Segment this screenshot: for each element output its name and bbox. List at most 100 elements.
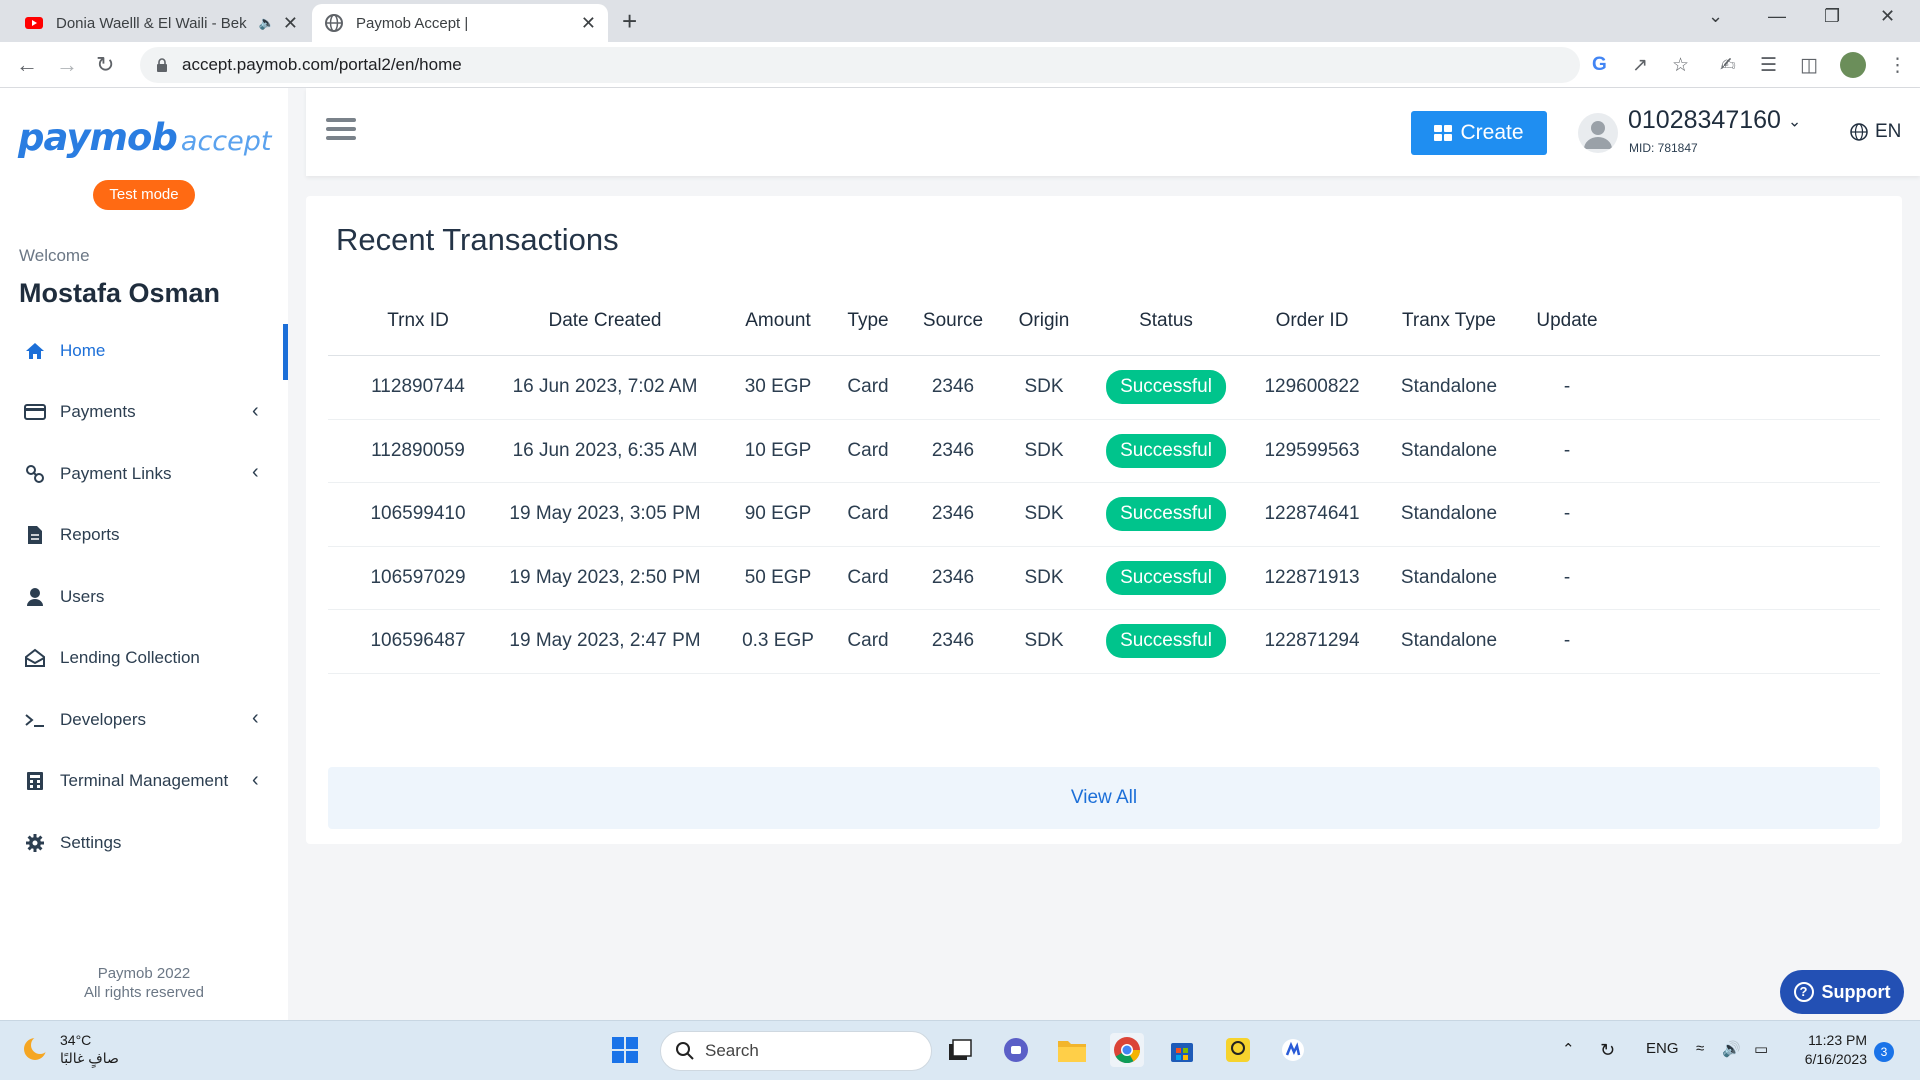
chrome-icon[interactable] <box>1110 1033 1144 1067</box>
app-icon-yellow[interactable] <box>1221 1033 1255 1067</box>
weather-condition: صافٍ غالبًا <box>60 1050 119 1066</box>
taskbar: 34°C صافٍ غالبًا Search ⌃ ↻ ENG ≈ 🔊 ▭ 11… <box>0 1020 1920 1080</box>
table-row[interactable]: 106599410 19 May 2023, 3:05 PM 90 EGP Card 2… <box>328 483 1880 547</box>
col-source-cell: 2346 <box>931 376 975 398</box>
home-icon <box>24 340 46 362</box>
chevron-left-icon[interactable]: ‹ <box>252 769 259 792</box>
extensions-icon[interactable]: ✍ <box>1720 54 1736 77</box>
language-switcher[interactable]: EN <box>1849 121 1901 143</box>
hamburger-menu-icon[interactable] <box>326 118 356 142</box>
microsoft-store-icon[interactable] <box>1165 1033 1199 1067</box>
browser-tab-paymob[interactable]: Paymob Accept | ✕ <box>312 4 608 42</box>
sidebar-item-payments[interactable]: Payments ‹ <box>0 382 288 444</box>
notification-badge[interactable]: 3 <box>1874 1042 1894 1062</box>
table-row[interactable]: 106596487 19 May 2023, 2:47 PM 0.3 EGP Card… <box>328 610 1880 674</box>
sidebar-item-payment-links[interactable]: Payment Links ‹ <box>0 443 288 505</box>
sidebar-item-settings[interactable]: Settings <box>0 812 288 874</box>
teams-chat-icon[interactable] <box>999 1033 1033 1067</box>
menu-dots-icon[interactable]: ⋮ <box>1888 54 1907 77</box>
globe-icon <box>325 14 343 32</box>
sidebar-item-users[interactable]: Users <box>0 566 288 628</box>
clock-date: 6/16/2023 <box>1804 1051 1867 1067</box>
status-badge: Successful <box>1106 497 1226 532</box>
wifi-icon[interactable]: ≈ <box>1696 1040 1704 1057</box>
col-tranx-type-cell: Standalone <box>1400 503 1498 525</box>
close-tab-icon[interactable]: ✕ <box>283 13 298 34</box>
col-type-cell: Card <box>847 503 889 525</box>
file-explorer-icon[interactable] <box>1055 1033 1089 1067</box>
account-switcher[interactable]: 01028347160 ⌄ <box>1628 106 1801 135</box>
tab-search-chevron-icon[interactable]: ⌄ <box>1708 6 1723 27</box>
calculator-icon <box>24 770 46 792</box>
test-mode-badge[interactable]: Test mode <box>93 180 195 210</box>
task-view-icon[interactable] <box>943 1033 977 1067</box>
back-icon[interactable]: ← <box>16 52 38 78</box>
col-order-id-cell: 122871913 <box>1264 566 1360 588</box>
volume-icon[interactable]: 🔊 <box>1722 1040 1741 1058</box>
col-tranx-type-cell: Standalone <box>1400 566 1498 588</box>
google-icon[interactable]: G <box>1592 54 1607 76</box>
col-amount-cell: 50 EGP <box>744 566 812 588</box>
input-language[interactable]: ENG <box>1646 1040 1679 1057</box>
account-avatar[interactable] <box>1578 113 1618 153</box>
new-tab-icon[interactable]: + <box>622 6 637 37</box>
create-button[interactable]: Create <box>1411 111 1547 155</box>
minimize-icon[interactable]: — <box>1768 6 1786 27</box>
paymob-logo[interactable]: paymob accept <box>18 116 271 159</box>
reload-icon[interactable]: ↻ <box>96 52 114 78</box>
table-row[interactable]: 106597029 19 May 2023, 2:50 PM 50 EGP Card 2… <box>328 547 1880 610</box>
top-header: Create 01028347160 ⌄ MID: 781847 EN <box>306 88 1920 176</box>
address-bar[interactable]: accept.paymob.com/portal2/en/home <box>140 47 1580 83</box>
col-update-cell: - <box>1563 376 1571 398</box>
close-tab-icon[interactable]: ✕ <box>581 13 596 34</box>
sidebar-item-lending-collection[interactable]: Lending Collection <box>0 628 288 690</box>
col-order-id-header: Order ID <box>1275 309 1349 331</box>
star-icon[interactable]: ☆ <box>1672 54 1689 77</box>
taskbar-search[interactable]: Search <box>660 1031 932 1071</box>
col-origin-cell: SDK <box>1024 630 1064 652</box>
sidebar-item-home[interactable]: Home <box>0 320 288 382</box>
windows-start-icon[interactable] <box>608 1033 642 1067</box>
sidebar-item-developers[interactable]: Developers ‹ <box>0 689 288 751</box>
weather-widget[interactable]: 34°C صافٍ غالبًا <box>20 1031 119 1067</box>
tab-title: Donia Waelll & El Waili - Bek <box>56 14 247 32</box>
credit-card-icon <box>24 401 46 423</box>
chevron-left-icon[interactable]: ‹ <box>252 461 259 484</box>
side-panel-icon[interactable]: ◫ <box>1800 54 1818 77</box>
profile-avatar[interactable] <box>1840 52 1866 78</box>
weather-temperature: 34°C <box>60 1032 92 1048</box>
sidebar-item-terminal-management[interactable]: Terminal Management ‹ <box>0 751 288 813</box>
chevron-left-icon[interactable]: ‹ <box>252 400 259 423</box>
close-window-icon[interactable]: ✕ <box>1880 6 1895 27</box>
clock-time: 11:23 PM <box>1808 1032 1867 1048</box>
show-hidden-icons-chevron[interactable]: ⌃ <box>1562 1040 1575 1058</box>
col-trnx-id-cell: 112890059 <box>371 439 465 461</box>
col-amount-header: Amount <box>745 309 811 331</box>
terminal-icon <box>24 709 46 731</box>
media-icon[interactable]: ☰ <box>1760 54 1777 77</box>
chevron-left-icon[interactable]: ‹ <box>252 707 259 730</box>
col-date-created-cell: 19 May 2023, 3:05 PM <box>509 503 701 525</box>
sidebar-item-reports[interactable]: Reports <box>0 505 288 567</box>
col-date-created-cell: 19 May 2023, 2:50 PM <box>509 566 701 588</box>
browser-tab-bar: Donia Waelll & El Waili - Bek 🔈 ✕ Paymob… <box>0 0 1920 42</box>
view-all-button[interactable]: View All <box>328 767 1880 829</box>
tab-title: Paymob Accept | <box>356 14 469 32</box>
table-row[interactable]: 112890744 16 Jun 2023, 7:02 AM 30 EGP Card 2… <box>328 356 1880 420</box>
share-icon[interactable]: ↗ <box>1632 54 1648 77</box>
speaker-icon[interactable]: 🔈 <box>259 15 275 31</box>
app-icon-blue[interactable] <box>1276 1033 1310 1067</box>
battery-icon[interactable]: ▭ <box>1754 1040 1768 1058</box>
col-date-created-cell: 16 Jun 2023, 6:35 AM <box>512 439 698 461</box>
welcome-label: Welcome <box>19 246 90 265</box>
sidebar-item-label: Users <box>60 586 105 606</box>
restore-icon[interactable]: ❐ <box>1824 6 1840 27</box>
support-button[interactable]: ? Support <box>1780 970 1904 1014</box>
sync-icon[interactable]: ↻ <box>1600 1040 1615 1061</box>
system-clock[interactable]: 11:23 PM 6/16/2023 <box>1795 1031 1867 1069</box>
col-amount-cell: 10 EGP <box>744 439 812 461</box>
table-row[interactable]: 112890059 16 Jun 2023, 6:35 AM 10 EGP Card 2… <box>328 420 1880 483</box>
col-status-cell: Successful <box>1106 610 1226 673</box>
forward-icon[interactable]: → <box>56 52 78 78</box>
browser-tab-youtube[interactable]: Donia Waelll & El Waili - Bek 🔈 ✕ <box>12 4 310 42</box>
